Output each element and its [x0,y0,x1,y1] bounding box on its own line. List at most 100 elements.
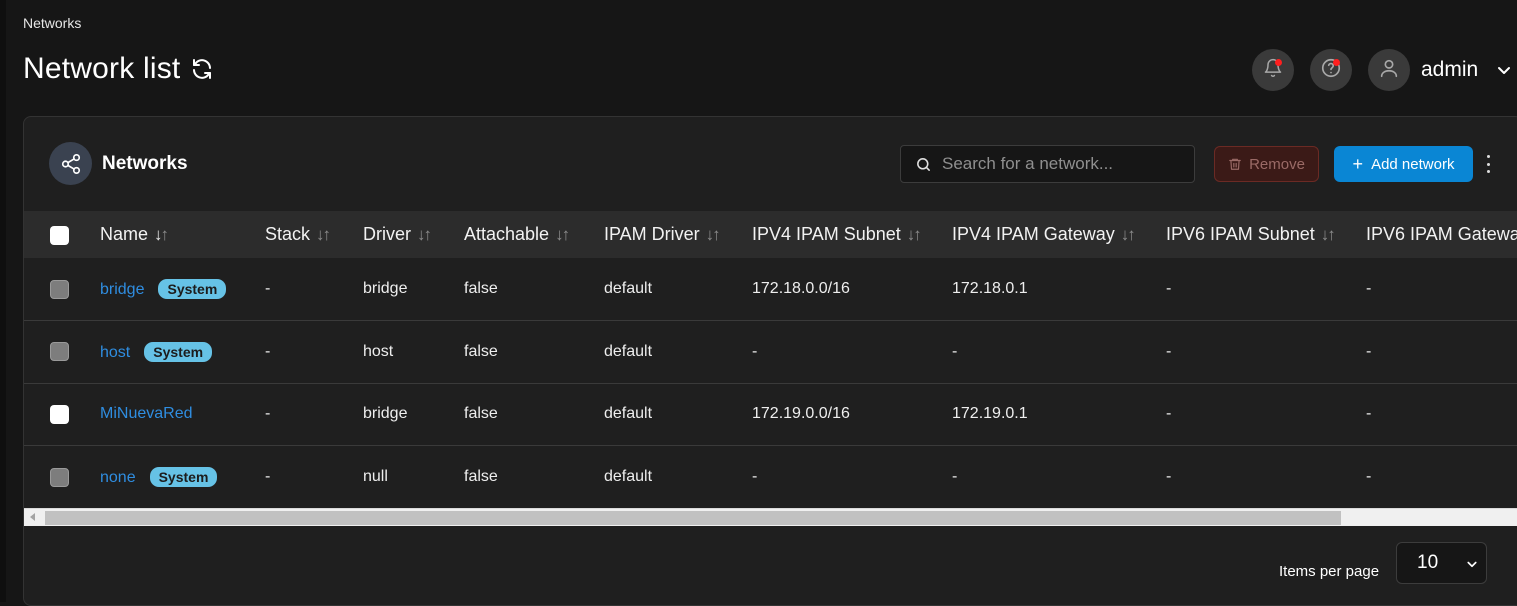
chevron-down-icon[interactable] [1496,62,1512,78]
cell-ipv6-subnet: - [1166,405,1172,423]
table-row: bridge System - bridge false default 172.… [24,258,1517,321]
card-title: Networks [102,153,188,174]
header-actions: admin [1252,49,1512,91]
cell-ipam-driver: default [604,468,653,485]
cell-ipv4-gateway: - [952,468,958,485]
cell-ipv6-gateway: - [1366,280,1372,297]
sort-icon[interactable]: ↓↑ [706,225,721,244]
select-all-checkbox[interactable] [50,225,69,245]
networks-table: Name ↓↑ Stack ↓↑ Driver ↓↑ Attachable ↓↑ IPA… [24,211,1517,508]
trash-icon [1229,158,1241,170]
table-header-row: Name ↓↑ Stack ↓↑ Driver ↓↑ Attachable ↓↑ IPA… [24,211,1517,258]
remove-button[interactable]: Remove [1214,146,1319,182]
user-icon [1378,57,1400,84]
username: admin [1421,58,1479,81]
cell-driver: null [363,468,388,485]
left-sidebar-edge [0,0,6,602]
avatar [1368,49,1410,91]
search-box[interactable] [900,145,1195,183]
refresh-icon[interactable] [190,57,214,81]
cell-stack: - [265,468,271,485]
search-icon [917,157,930,171]
system-badge: System [144,341,213,362]
col-header-ipv6-subnet[interactable]: IPV6 IPAM Subnet ↓↑ [1166,211,1366,258]
cell-ipv4-gateway: - [952,342,958,360]
cell-attachable: false [464,280,498,297]
cell-ipv6-subnet: - [1166,468,1172,485]
cell-ipv6-gateway: - [1366,342,1372,360]
cell-ipam-driver: default [604,405,653,423]
col-header-ipam-driver[interactable]: IPAM Driver ↓↑ [604,211,752,258]
system-badge: System [158,279,227,299]
search-input[interactable] [942,154,1182,174]
cell-ipam-driver: default [604,342,653,360]
scroll-left-icon[interactable] [30,513,35,521]
cell-attachable: false [464,468,498,485]
table-row: host System - host false default - - - - [24,321,1517,383]
col-header-driver[interactable]: Driver ↓↑ [363,211,464,258]
add-network-button[interactable]: + Add network [1334,146,1473,182]
remove-label: Remove [1249,155,1305,173]
network-name-link[interactable]: bridge [100,281,144,298]
more-options-icon[interactable] [1482,153,1494,175]
breadcrumb[interactable]: Networks [23,15,81,31]
user-menu[interactable]: admin [1368,49,1512,91]
cell-stack: - [265,405,271,423]
table-row: MiNuevaRed - bridge false default 172.19… [24,383,1517,446]
notifications-button[interactable] [1252,49,1294,91]
cell-ipv4-gateway: 172.19.0.1 [952,405,1028,423]
row-checkbox[interactable] [50,279,69,299]
scrollbar-thumb[interactable] [45,511,1341,525]
row-checkbox[interactable] [50,404,69,424]
cell-ipv4-subnet: - [752,342,758,360]
cell-ipv6-gateway: - [1366,468,1372,485]
page-header: Network list [23,52,214,86]
cell-ipv4-subnet: 172.19.0.0/16 [752,405,850,423]
col-header-ipv4-gateway[interactable]: IPV4 IPAM Gateway ↓↑ [952,211,1166,258]
network-name-link[interactable]: MiNuevaRed [100,405,192,422]
card-header: Networks Remove + Add network [24,117,1517,211]
cell-ipv4-gateway: 172.18.0.1 [952,280,1028,297]
page-title: Network list [23,52,181,85]
network-name-link[interactable]: none [100,469,136,486]
col-header-attachable[interactable]: Attachable ↓↑ [464,211,604,258]
cell-ipv6-gateway: - [1366,405,1372,423]
horizontal-scrollbar[interactable] [24,508,1517,526]
row-checkbox[interactable] [50,342,69,362]
items-per-page-label: Items per page [1279,563,1380,580]
share-icon [49,142,92,185]
items-per-page-select[interactable]: 10 [1396,542,1487,584]
items-per-page-value: 10 [1417,552,1439,573]
col-header-stack[interactable]: Stack ↓↑ [265,211,363,258]
col-header-ipv6-gateway[interactable]: IPV6 IPAM Gateway [1366,211,1517,258]
row-checkbox[interactable] [50,467,69,487]
sort-icon[interactable]: ↓↑ [417,225,432,244]
network-name-link[interactable]: host [100,344,130,361]
col-header-name[interactable]: Name ↓↑ [100,211,265,258]
cell-ipv6-subnet: - [1166,280,1172,297]
add-network-label: Add network [1371,155,1455,173]
notification-dot [1275,59,1282,66]
chevron-down-icon [1467,561,1477,568]
networks-card: Networks Remove + Add network Name↓↑ Sta… [23,116,1517,606]
cell-ipv4-subnet: 172.18.0.0/16 [752,280,850,297]
sort-icon[interactable]: ↓↑ [154,225,169,244]
sort-icon[interactable]: ↓↑ [555,225,570,244]
cell-ipv6-subnet: - [1166,342,1172,360]
cell-ipv4-subnet: - [752,468,758,485]
plus-icon: + [1352,154,1364,174]
sort-icon[interactable]: ↓↑ [907,225,922,244]
cell-driver: bridge [363,280,408,297]
table-footer: Items per page 10 [24,527,1517,605]
col-header-ipv4-subnet[interactable]: IPV4 IPAM Subnet ↓↑ [752,211,952,258]
cell-driver: host [363,342,394,360]
cell-ipam-driver: default [604,280,653,297]
cell-driver: bridge [363,405,408,423]
cell-stack: - [265,280,271,297]
sort-icon[interactable]: ↓↑ [316,225,331,244]
help-button[interactable] [1310,49,1352,91]
system-badge: System [149,467,218,487]
cell-attachable: false [464,405,498,423]
sort-icon[interactable]: ↓↑ [1121,225,1136,244]
sort-icon[interactable]: ↓↑ [1321,225,1336,244]
